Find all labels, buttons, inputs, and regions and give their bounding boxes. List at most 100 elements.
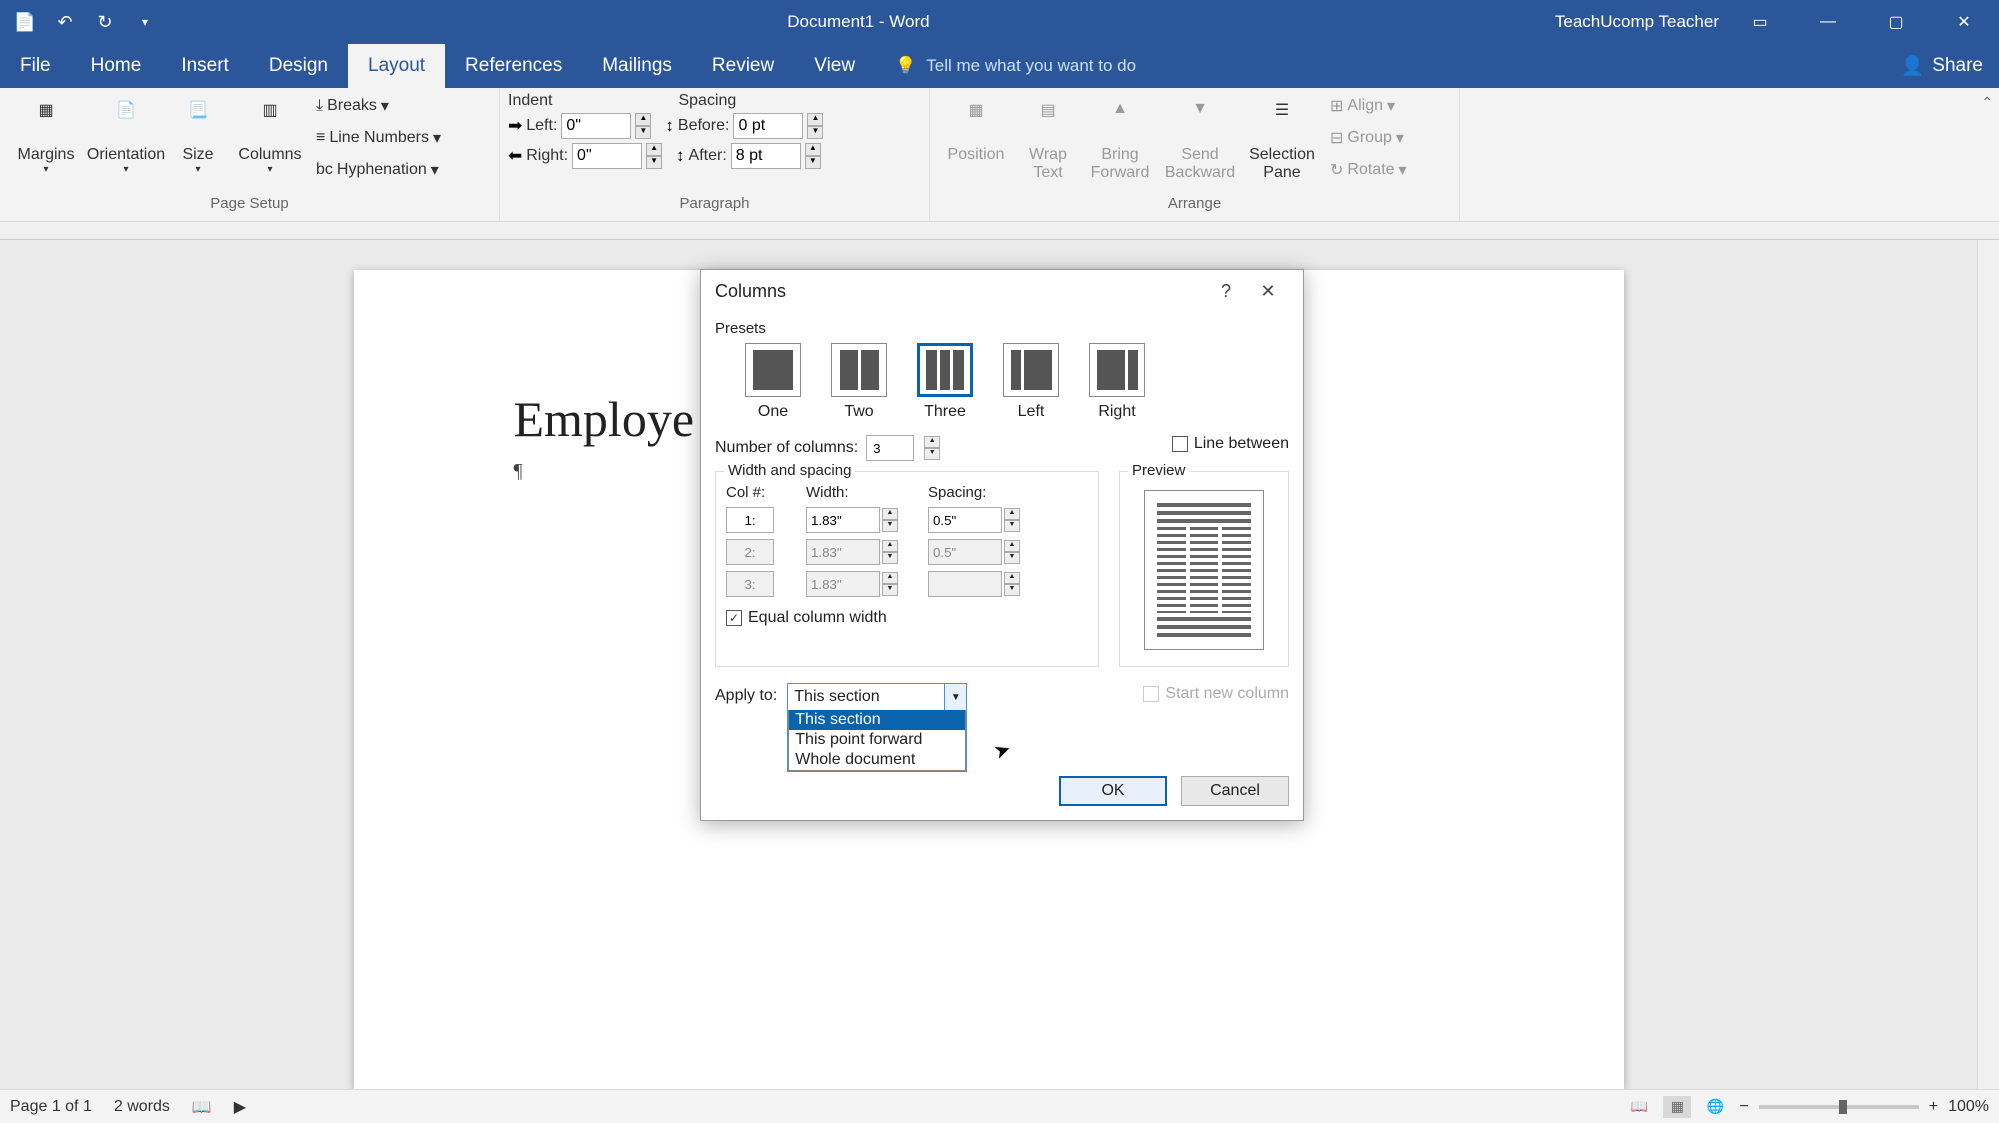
align-label: Align (1347, 97, 1383, 115)
num-cols-spinner[interactable]: ▲▼ (924, 436, 940, 460)
maximize-button[interactable]: ▢ (1869, 0, 1923, 44)
send-backward-button[interactable]: ▼ Send Backward (1162, 92, 1238, 186)
preset-left[interactable]: Left (1003, 343, 1059, 421)
line-numbers-button[interactable]: ≡ Line Numbers ▾ (312, 124, 445, 152)
num-cols-input[interactable] (866, 435, 914, 461)
selection-pane-button[interactable]: ☰ Selection Pane (1242, 92, 1322, 186)
col-3-width-spinner[interactable]: ▲▼ (882, 572, 898, 596)
preset-one[interactable]: One (745, 343, 801, 421)
print-layout-icon[interactable]: ▦ (1663, 1096, 1691, 1118)
qat-customize-icon[interactable]: ▾ (128, 5, 162, 39)
read-mode-icon[interactable]: 📖 (1625, 1096, 1653, 1118)
preset-two[interactable]: Two (831, 343, 887, 421)
tab-review[interactable]: Review (692, 44, 794, 88)
columns-dialog: Columns ? ✕ Presets One Two Three Left (700, 269, 1304, 821)
spacing-before-input[interactable] (733, 113, 803, 139)
spacing-before-spinner[interactable]: ▲▼ (807, 113, 823, 139)
document-title: Document1 - Word (162, 12, 1555, 32)
preset-right[interactable]: Right (1089, 343, 1145, 421)
share-button[interactable]: 👤 Share (1885, 44, 1999, 88)
tab-references[interactable]: References (445, 44, 582, 88)
col-1-width-spinner[interactable]: ▲▼ (882, 508, 898, 532)
horizontal-ruler[interactable] (0, 222, 1999, 240)
tell-me-search[interactable]: 💡 Tell me what you want to do (875, 44, 1885, 88)
tab-design[interactable]: Design (249, 44, 348, 88)
spellcheck-icon[interactable]: 📖 (192, 1097, 212, 1117)
dialog-titlebar[interactable]: Columns ? ✕ (701, 270, 1303, 312)
zoom-out-button[interactable]: − (1739, 1098, 1748, 1116)
apply-to-combo[interactable]: This section ▼ This section This point f… (787, 683, 967, 772)
apply-to-dropdown-list: This section This point forward Whole do… (788, 710, 966, 771)
tab-file[interactable]: File (0, 44, 71, 88)
close-button[interactable]: ✕ (1937, 0, 1991, 44)
minimize-button[interactable]: — (1801, 0, 1855, 44)
save-icon[interactable]: 📄 (8, 5, 42, 39)
col-1-width[interactable] (806, 507, 880, 533)
col-1-spacing[interactable] (928, 507, 1002, 533)
rotate-button[interactable]: ↻ Rotate ▾ (1326, 156, 1411, 184)
vertical-scrollbar[interactable] (1977, 240, 1999, 1089)
line-between-checkbox[interactable]: Line between (1172, 435, 1289, 453)
col-2-spacing-spinner[interactable]: ▲▼ (1004, 540, 1020, 564)
word-count[interactable]: 2 words (114, 1098, 170, 1116)
indent-right-spinner[interactable]: ▲▼ (646, 143, 662, 169)
orientation-icon: 📄 (106, 100, 146, 140)
columns-button[interactable]: ▥ Columns ▾ (232, 92, 308, 179)
spacing-after-spinner[interactable]: ▲▼ (805, 143, 821, 169)
zoom-level[interactable]: 100% (1948, 1098, 1989, 1116)
position-button[interactable]: ▦ Position (938, 92, 1014, 168)
breaks-button[interactable]: ⤓ Breaks ▾ (312, 92, 445, 120)
tab-mailings[interactable]: Mailings (582, 44, 692, 88)
apply-option-point-forward[interactable]: This point forward (789, 730, 965, 750)
zoom-in-button[interactable]: + (1929, 1098, 1938, 1116)
redo-icon[interactable]: ↻ (88, 5, 122, 39)
preset-three[interactable]: Three (917, 343, 973, 421)
cancel-button[interactable]: Cancel (1181, 776, 1289, 806)
margins-button[interactable]: ▦ Margins ▾ (8, 92, 84, 179)
columns-icon: ▥ (250, 100, 290, 140)
indent-left-input[interactable] (561, 113, 631, 139)
tab-home[interactable]: Home (71, 44, 162, 88)
dialog-help-button[interactable]: ? (1205, 281, 1247, 302)
selection-pane-icon: ☰ (1262, 100, 1302, 140)
hyphenation-button[interactable]: bc Hyphenation ▾ (312, 156, 445, 184)
size-icon: 📃 (178, 100, 218, 140)
spacing-header: Spacing: (928, 484, 1036, 501)
col-1-num[interactable] (726, 507, 774, 533)
size-button[interactable]: 📃 Size ▾ (168, 92, 228, 179)
preview-frame: Preview (1119, 471, 1289, 667)
preview-legend: Preview (1128, 462, 1189, 479)
apply-option-this-section[interactable]: This section (789, 710, 965, 730)
bring-forward-button[interactable]: ▲ Bring Forward (1082, 92, 1158, 186)
apply-to-value: This section (788, 684, 966, 710)
indent-left-label: Left: (526, 117, 557, 135)
align-button[interactable]: ⊞ Align ▾ (1326, 92, 1411, 120)
undo-icon[interactable]: ↶ (48, 5, 82, 39)
macro-icon[interactable]: ▶ (234, 1097, 246, 1117)
web-layout-icon[interactable]: 🌐 (1701, 1096, 1729, 1118)
chevron-down-icon[interactable]: ▼ (944, 684, 966, 710)
dialog-close-button[interactable]: ✕ (1247, 281, 1289, 302)
wrap-text-button[interactable]: ▤ Wrap Text (1018, 92, 1078, 186)
indent-left-spinner[interactable]: ▲▼ (635, 113, 651, 139)
ribbon-display-icon[interactable]: ▭ (1733, 0, 1787, 44)
indent-right-input[interactable] (572, 143, 642, 169)
apply-to-label: Apply to: (715, 683, 777, 705)
col-2-spacing (928, 539, 1002, 565)
ok-button[interactable]: OK (1059, 776, 1167, 806)
spacing-after-input[interactable] (731, 143, 801, 169)
page-indicator[interactable]: Page 1 of 1 (10, 1098, 92, 1116)
apply-option-whole-document[interactable]: Whole document (789, 750, 965, 770)
zoom-slider[interactable] (1759, 1105, 1919, 1109)
group-button[interactable]: ⊟ Group ▾ (1326, 124, 1411, 152)
col-3-spacing-spinner[interactable]: ▲▼ (1004, 572, 1020, 596)
tab-view[interactable]: View (794, 44, 875, 88)
col-2-width-spinner[interactable]: ▲▼ (882, 540, 898, 564)
col-1-spacing-spinner[interactable]: ▲▼ (1004, 508, 1020, 532)
orientation-button[interactable]: 📄 Orientation ▾ (88, 92, 164, 179)
presets-row: One Two Three Left Right (715, 337, 1289, 431)
tab-layout[interactable]: Layout (348, 44, 445, 88)
tab-insert[interactable]: Insert (161, 44, 249, 88)
collapse-ribbon-icon[interactable]: ⌃ (1981, 94, 1993, 111)
equal-width-checkbox[interactable]: ✓ Equal column width (726, 609, 1088, 627)
